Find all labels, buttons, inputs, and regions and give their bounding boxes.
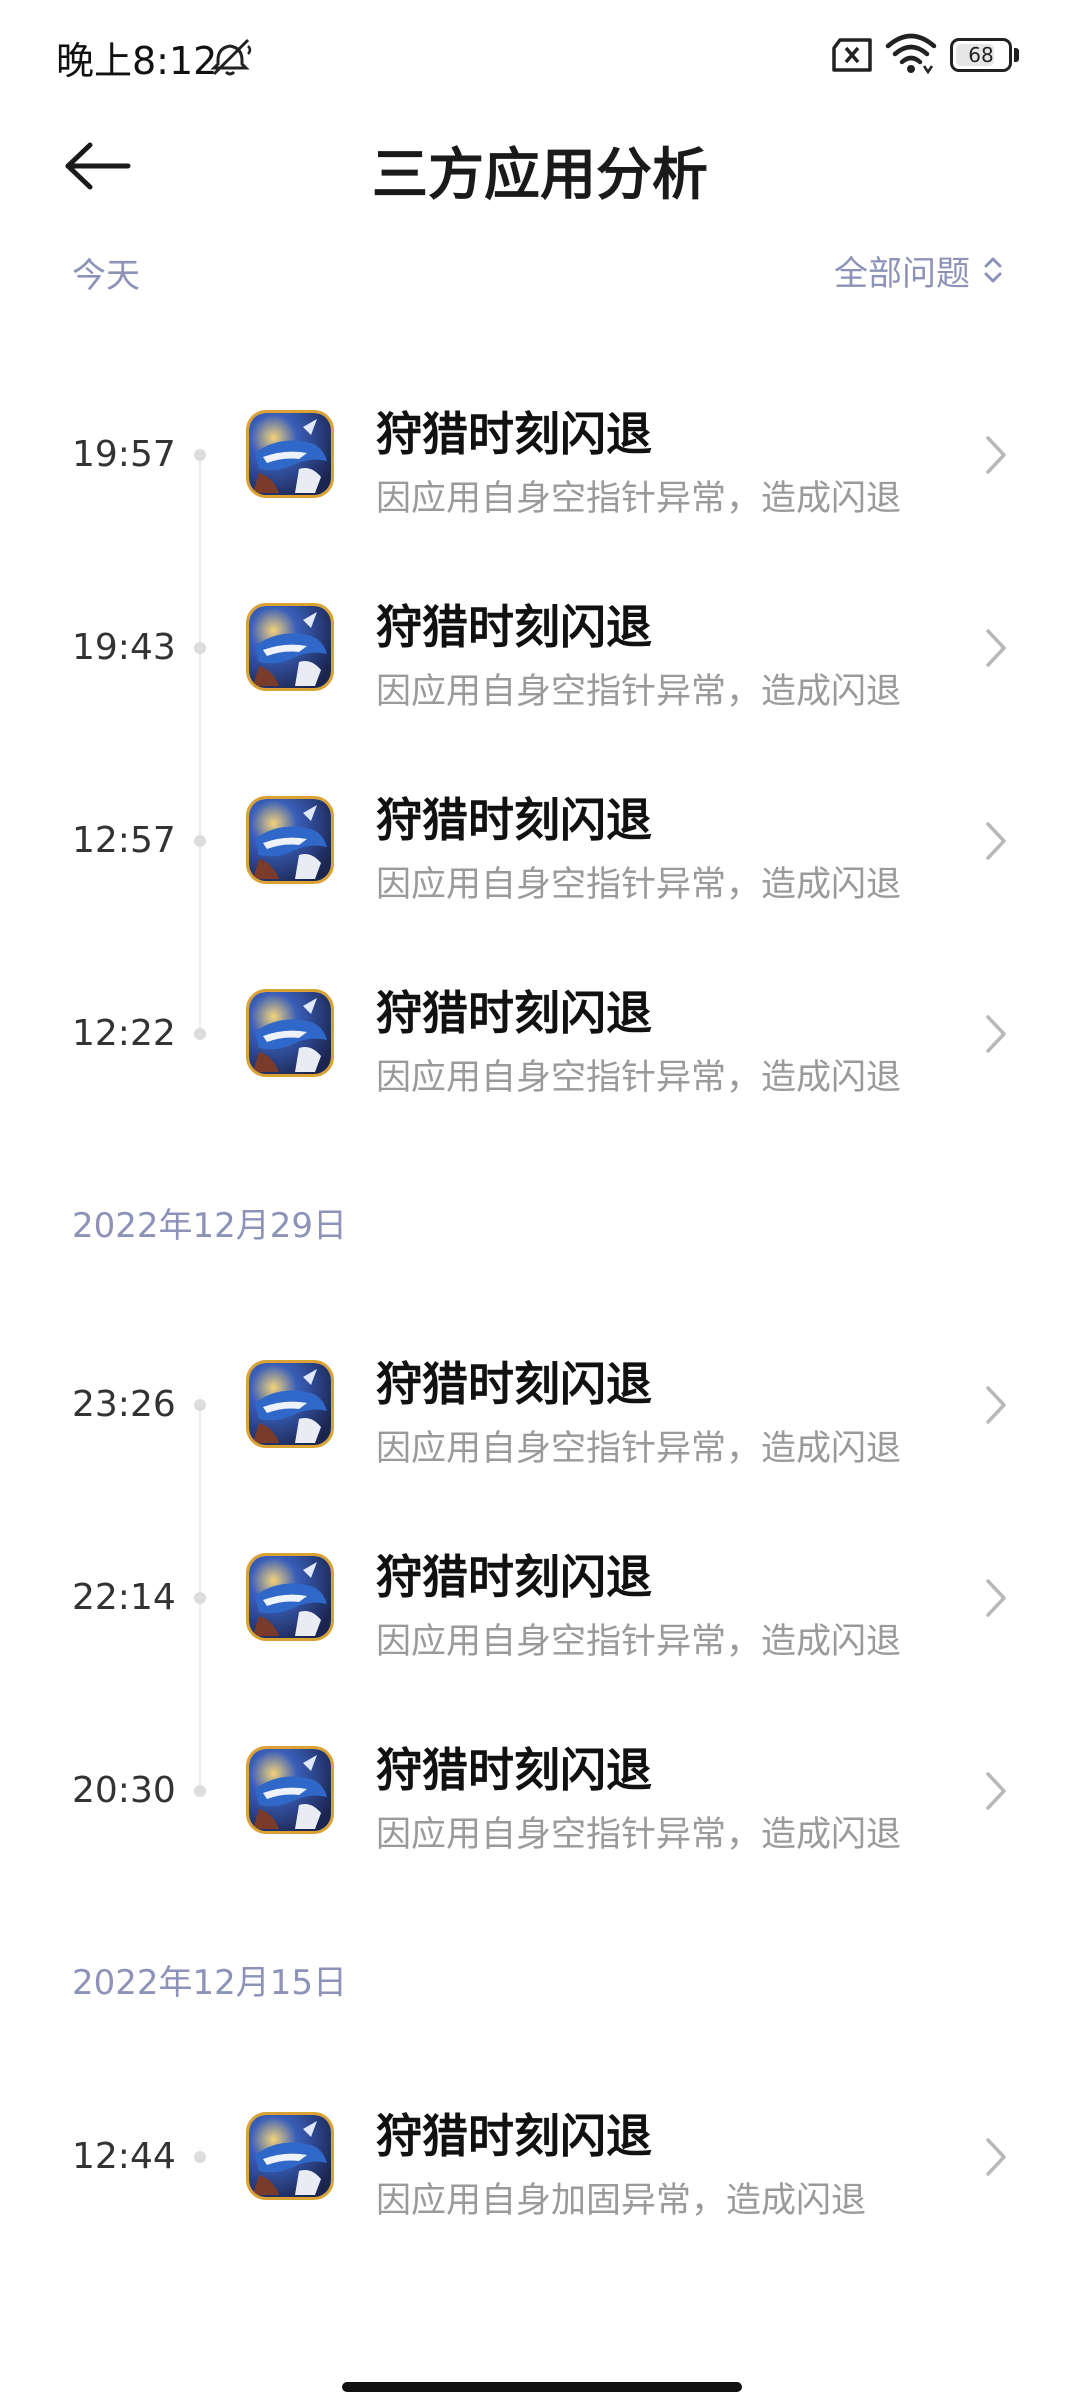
timeline-dot	[194, 2151, 206, 2163]
timeline-dot	[194, 1592, 206, 1604]
crash-description: 因应用自身空指针异常，造成闪退	[376, 1429, 902, 1469]
filter-row: 今天 全部问题	[0, 240, 1080, 300]
timeline-dot	[194, 835, 206, 847]
game-app-icon	[246, 603, 334, 691]
crash-title: 狩猎时刻闪退	[376, 407, 652, 461]
home-indicator[interactable]	[342, 2382, 742, 2392]
crash-description: 因应用自身空指针异常，造成闪退	[376, 672, 902, 712]
crash-time: 12:22	[72, 1013, 176, 1054]
crash-list-item[interactable]: 19:57 狩猎时刻闪退 因应用自身空指针异常，造成闪退	[0, 360, 1080, 550]
timeline-dot	[194, 1399, 206, 1411]
crash-list-item[interactable]: 19:43 狩猎时刻闪退 因应用自身空指针异常，造成闪退	[0, 553, 1080, 743]
crash-time: 12:57	[72, 820, 176, 861]
game-app-icon	[246, 2112, 334, 2200]
crash-title: 狩猎时刻闪退	[376, 1550, 652, 1604]
crash-time: 22:14	[72, 1577, 176, 1618]
crash-time: 19:43	[72, 627, 176, 668]
wifi-icon	[885, 33, 937, 75]
crash-description: 因应用自身空指针异常，造成闪退	[376, 1815, 902, 1855]
status-time: 晚上8:12	[56, 39, 218, 83]
crash-list-item[interactable]: 20:30 狩猎时刻闪退 因应用自身空指针异常，造成闪退	[0, 1696, 1080, 1886]
chevron-right-icon	[986, 2138, 1006, 2176]
crash-description: 因应用自身加固异常，造成闪退	[376, 2181, 867, 2221]
crash-list-item[interactable]: 12:44 狩猎时刻闪退 因应用自身加固异常，造成闪退	[0, 2062, 1080, 2252]
crash-time: 19:57	[72, 434, 176, 475]
crash-title: 狩猎时刻闪退	[376, 793, 652, 847]
chevron-right-icon	[986, 436, 1006, 474]
game-app-icon	[246, 796, 334, 884]
crash-description: 因应用自身空指针异常，造成闪退	[376, 865, 902, 905]
game-app-icon	[246, 1553, 334, 1641]
app-header: 三方应用分析	[0, 110, 1080, 220]
chevron-right-icon	[986, 629, 1006, 667]
crash-time: 12:44	[72, 2136, 176, 2177]
crash-description: 因应用自身空指针异常，造成闪退	[376, 1058, 902, 1098]
crash-description: 因应用自身空指针异常，造成闪退	[376, 1622, 902, 1662]
crash-title: 狩猎时刻闪退	[376, 1743, 652, 1797]
section-label-today: 今天	[72, 256, 140, 296]
timeline-dot	[194, 1785, 206, 1797]
crash-title: 狩猎时刻闪退	[376, 986, 652, 1040]
timeline-dot	[194, 449, 206, 461]
sim-error-icon	[832, 38, 872, 72]
filter-label: 全部问题	[834, 253, 970, 294]
screen: 晚上8:12 68 三方应用分析 今天 全部问题 2022年12月29日 202…	[0, 0, 1080, 2400]
crash-time: 20:30	[72, 1770, 176, 1811]
game-app-icon	[246, 1360, 334, 1448]
battery-text: 68	[968, 43, 994, 67]
section-label-date: 2022年12月29日	[72, 1206, 348, 1246]
chevron-right-icon	[986, 1015, 1006, 1053]
timeline-dot	[194, 642, 206, 654]
chevron-right-icon	[986, 1579, 1006, 1617]
crash-time: 23:26	[72, 1384, 176, 1425]
status-bar: 晚上8:12 68	[0, 0, 1080, 110]
chevron-right-icon	[986, 822, 1006, 860]
game-app-icon	[246, 410, 334, 498]
crash-list-item[interactable]: 23:26 狩猎时刻闪退 因应用自身空指针异常，造成闪退	[0, 1310, 1080, 1500]
crash-description: 因应用自身空指针异常，造成闪退	[376, 479, 902, 519]
crash-list-item[interactable]: 12:22 狩猎时刻闪退 因应用自身空指针异常，造成闪退	[0, 939, 1080, 1129]
crash-title: 狩猎时刻闪退	[376, 600, 652, 654]
section-label-date: 2022年12月15日	[72, 1963, 348, 2003]
game-app-icon	[246, 989, 334, 1077]
problem-filter-dropdown[interactable]: 全部问题	[834, 244, 1006, 296]
crash-list-item[interactable]: 22:14 狩猎时刻闪退 因应用自身空指针异常，造成闪退	[0, 1503, 1080, 1693]
battery-icon: 68	[950, 38, 1020, 72]
crash-title: 狩猎时刻闪退	[376, 1357, 652, 1411]
crash-title: 狩猎时刻闪退	[376, 2109, 652, 2163]
timeline-dot	[194, 1028, 206, 1040]
updown-chevron-icon	[984, 257, 1002, 283]
page-title: 三方应用分析	[372, 143, 708, 208]
chevron-right-icon	[986, 1772, 1006, 1810]
game-app-icon	[246, 1746, 334, 1834]
chevron-right-icon	[986, 1386, 1006, 1424]
crash-list-item[interactable]: 12:57 狩猎时刻闪退 因应用自身空指针异常，造成闪退	[0, 746, 1080, 936]
mute-icon	[210, 38, 252, 76]
